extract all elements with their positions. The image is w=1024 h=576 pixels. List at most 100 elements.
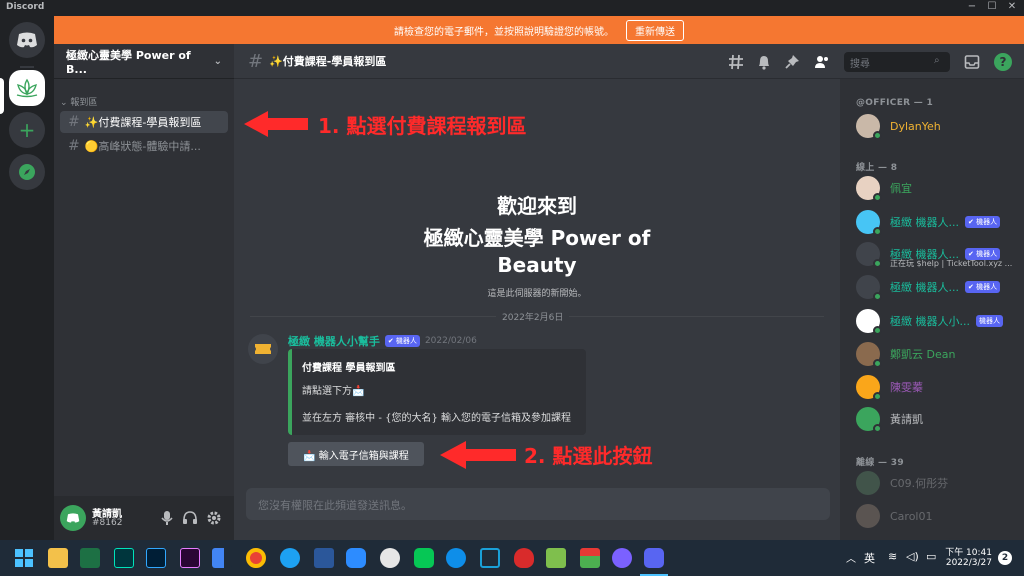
bell-icon[interactable] [756, 54, 772, 70]
excel-icon[interactable] [80, 548, 100, 568]
member-name: Carol01 [890, 509, 933, 523]
help-icon[interactable]: ? [994, 53, 1012, 71]
embed-line-1: 請點選下方📩 [302, 386, 365, 397]
clock[interactable]: 下午 10:41 2022/3/27 [944, 545, 992, 568]
welcome-line-1: 歡迎來到 [497, 194, 577, 218]
wifi-icon[interactable]: ≋ [888, 550, 897, 563]
member-name: 極緻 機器人... [890, 216, 959, 229]
server-icon-lotus[interactable] [9, 70, 45, 106]
channel-sidebar: 極緻心靈美學 Power of B... ⌄ ⌄ 報到區 # ✨付費課程-學員報… [54, 44, 234, 540]
audition-icon[interactable] [114, 548, 134, 568]
close-button[interactable]: ✕ [1002, 1, 1022, 12]
avatar [856, 309, 882, 335]
media-player-icon[interactable] [212, 548, 232, 568]
avatar[interactable] [60, 505, 86, 531]
embed-line-2: 並在左方 審核中 - {您的大名} 輸入您的電子信箱及參加課程 [302, 413, 572, 424]
navigator-icon[interactable] [480, 548, 500, 568]
chevron-down-icon: ⌄ [213, 55, 222, 67]
member-item[interactable]: 鄭凱云 Dean [856, 339, 1020, 369]
message-timestamp: 2022/02/06 [424, 336, 477, 346]
member-item[interactable]: C09.何彤芬 [856, 468, 1020, 498]
member-status: 正在玩 $help | TicketTool.xyz ... [890, 259, 1013, 268]
discord-logo-icon [66, 513, 80, 523]
channel-category[interactable]: ⌄ 報到區 [60, 95, 97, 108]
member-item[interactable]: 陳雯蓁 [856, 372, 1020, 402]
member-item[interactable]: DylanYeh [856, 111, 1020, 141]
member-item[interactable]: 極緻 機器人... ✔ 機器人 [856, 207, 1020, 237]
avatar [856, 176, 882, 202]
member-item[interactable]: 黃請凱 [856, 404, 1020, 434]
file-explorer-icon[interactable] [48, 548, 68, 568]
clock-date: 2022/3/27 [945, 558, 992, 568]
server-name: 極緻心靈美學 Power of B... [66, 48, 191, 76]
channel-label: ✨付費課程-學員報到區 [84, 116, 202, 129]
music-icon[interactable] [380, 548, 400, 568]
ime-indicator[interactable]: 英 [864, 550, 875, 566]
hashtag-icon: # [68, 138, 80, 154]
rail-divider [20, 66, 34, 68]
circle-app-icon[interactable] [612, 548, 632, 568]
message-author[interactable]: 極緻 機器人小幫手 [288, 333, 380, 349]
chevron-down-icon: ⌄ [60, 98, 68, 108]
zoom-icon[interactable] [346, 548, 366, 568]
notepad-app-icon[interactable] [546, 548, 566, 568]
officer-header: @OFFICER — 1 [856, 98, 934, 108]
channel-label: 🟡高峰狀態-體驗中請... [84, 140, 201, 153]
minimize-button[interactable]: − [962, 1, 982, 12]
member-item[interactable]: 極緻 機器人... ✔ 機器人 [856, 272, 1020, 302]
discord-taskbar-icon[interactable] [644, 548, 664, 568]
date-divider: 2022年2月6日 [496, 310, 570, 323]
add-server-button[interactable]: + [9, 112, 45, 148]
message-input[interactable]: 您沒有權限在此頻道發送訊息。 [246, 488, 830, 520]
category-label: 報到區 [70, 98, 98, 108]
speaker-icon[interactable]: ◁) [906, 550, 919, 563]
avatar [856, 504, 880, 528]
pin-icon[interactable] [784, 54, 800, 70]
plus-icon: + [18, 118, 36, 142]
welcome-line-2: 極緻心靈美學 Power of [423, 226, 651, 250]
line-icon[interactable] [414, 548, 434, 568]
bot-badge: 機器人 [976, 315, 1003, 327]
edge-icon[interactable] [280, 548, 300, 568]
server-rail: + [0, 16, 54, 540]
inbox-icon[interactable] [964, 54, 980, 70]
gear-icon[interactable] [206, 510, 222, 526]
member-name: 鄭凱云 Dean [890, 348, 956, 361]
member-name: 陳雯蓁 [890, 381, 923, 394]
enter-email-course-button[interactable]: 📩 輸入電子信箱與課程 [288, 442, 424, 466]
resend-button[interactable]: 重新傳送 [626, 19, 684, 41]
explore-servers-button[interactable] [9, 154, 45, 190]
bot-avatar[interactable] [248, 334, 278, 364]
member-name: 黃請凱 [890, 413, 923, 426]
message-header: 極緻 機器人小幫手 ✔ 機器人 2022/02/06 [288, 333, 477, 349]
notification-count[interactable]: 2 [998, 551, 1012, 565]
member-name: C09.何彤芬 [890, 477, 949, 490]
threads-icon[interactable] [728, 54, 744, 70]
stack-app-icon[interactable] [580, 548, 600, 568]
windows-start-icon[interactable] [14, 548, 34, 568]
members-icon[interactable] [814, 54, 830, 70]
server-header[interactable]: 極緻心靈美學 Power of B... ⌄ [54, 44, 234, 79]
channel-item-peak-state[interactable]: # 🟡高峰狀態-體驗中請... [60, 135, 228, 157]
clock-time: 下午 10:41 [945, 548, 992, 558]
channel-item-paid-course[interactable]: # ✨付費課程-學員報到區 [60, 111, 228, 133]
member-item[interactable]: 極緻 機器人小... 機器人 [856, 306, 1020, 336]
premiere-icon[interactable] [180, 548, 200, 568]
word-icon[interactable] [314, 548, 334, 568]
member-item[interactable]: 佩宜 [856, 173, 1020, 203]
fish-app-icon[interactable] [514, 548, 534, 568]
avatar [856, 471, 880, 495]
avatar [856, 275, 882, 301]
teamviewer-icon[interactable] [446, 548, 466, 568]
chrome-icon[interactable] [246, 548, 266, 568]
bot-badge: ✔ 機器人 [965, 281, 1001, 293]
member-item[interactable]: 極緻 機器人... ✔ 機器人 正在玩 $help | TicketTool.x… [856, 239, 1020, 269]
member-item[interactable]: Carol01 [856, 501, 1020, 531]
microphone-icon[interactable] [160, 510, 174, 526]
chevron-up-icon[interactable]: ︿ [846, 550, 856, 565]
battery-icon[interactable]: ▭ [926, 550, 936, 563]
photoshop-icon[interactable] [146, 548, 166, 568]
headphones-icon[interactable] [182, 510, 198, 526]
home-button[interactable] [9, 22, 45, 58]
maximize-button[interactable]: ☐ [982, 1, 1002, 12]
